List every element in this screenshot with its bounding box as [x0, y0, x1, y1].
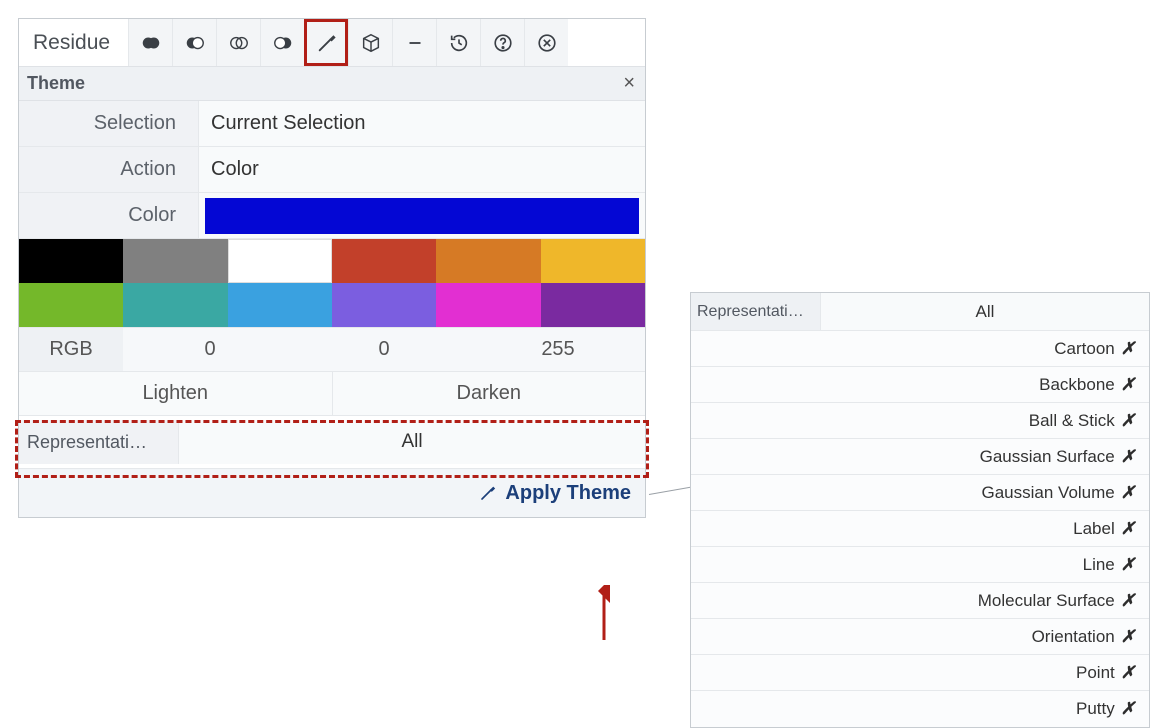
color-label: Color [19, 193, 199, 238]
close-icon[interactable]: × [623, 72, 635, 95]
color-row: Color [19, 193, 645, 239]
palette-swatch[interactable] [541, 239, 645, 283]
apply-theme-button[interactable]: Apply Theme [19, 469, 645, 517]
option-label: Ball & Stick [1029, 411, 1115, 431]
option-label: Line [1083, 555, 1115, 575]
palette-swatch[interactable] [436, 283, 540, 327]
color-palette [19, 239, 645, 328]
representation-option[interactable]: Orientation ✗ [691, 619, 1149, 655]
apply-theme-label: Apply Theme [505, 482, 631, 505]
annotation-arrow [590, 585, 618, 645]
option-label: Point [1076, 663, 1115, 683]
remove-option-icon[interactable]: ✗ [1121, 447, 1135, 467]
palette-swatch[interactable] [228, 283, 332, 327]
set-union-icon[interactable] [128, 19, 172, 66]
palette-swatch[interactable] [436, 239, 540, 283]
rgb-label: RGB [19, 328, 123, 371]
theme-panel: Residue [18, 18, 646, 518]
pencil-icon [479, 484, 497, 502]
panel-title-row: Theme × [19, 67, 645, 101]
representation-row[interactable]: Representati… All [19, 420, 645, 464]
representation-row-container: Representati… All [19, 416, 645, 469]
rgb-b[interactable]: 255 [471, 338, 645, 361]
popup-header-label: Representati… [691, 293, 821, 330]
palette-swatch[interactable] [228, 239, 332, 283]
palette-swatch[interactable] [332, 239, 436, 283]
darken-button[interactable]: Darken [333, 372, 646, 415]
representation-option[interactable]: Label ✗ [691, 511, 1149, 547]
popup-header: Representati… All [691, 293, 1149, 331]
close-circle-icon[interactable] [524, 19, 568, 66]
representation-option[interactable]: Molecular Surface ✗ [691, 583, 1149, 619]
lighten-button[interactable]: Lighten [19, 372, 333, 415]
set-subtract-icon[interactable] [172, 19, 216, 66]
remove-option-icon[interactable]: ✗ [1121, 627, 1135, 647]
representation-option[interactable]: Gaussian Volume ✗ [691, 475, 1149, 511]
representation-label: Representati… [19, 420, 179, 464]
remove-option-icon[interactable]: ✗ [1121, 375, 1135, 395]
representation-option[interactable]: Backbone ✗ [691, 367, 1149, 403]
option-label: Label [1073, 519, 1115, 539]
remove-option-icon[interactable]: ✗ [1121, 699, 1135, 719]
selection-label: Selection [19, 101, 199, 146]
representation-value[interactable]: All [179, 420, 645, 464]
remove-option-icon[interactable]: ✗ [1121, 519, 1135, 539]
rgb-r[interactable]: 0 [123, 338, 297, 361]
action-row: Action Color [19, 147, 645, 193]
selected-color-swatch[interactable] [205, 198, 639, 234]
palette-swatch[interactable] [541, 283, 645, 327]
annotation-connector [649, 487, 691, 495]
palette-swatch[interactable] [332, 283, 436, 327]
remove-option-icon[interactable]: ✗ [1121, 663, 1135, 683]
minus-icon[interactable] [392, 19, 436, 66]
popup-list: Cartoon✗Backbone✗Ball & Stick✗Gaussian S… [691, 331, 1149, 727]
color-value[interactable] [199, 193, 645, 238]
panel-title: Theme [27, 73, 85, 94]
action-value[interactable]: Color [199, 147, 645, 192]
option-label: Putty [1076, 699, 1115, 719]
representation-option[interactable]: Ball & Stick ✗ [691, 403, 1149, 439]
option-label: Gaussian Surface [980, 447, 1115, 467]
cube-icon[interactable] [348, 19, 392, 66]
representation-option[interactable]: Point ✗ [691, 655, 1149, 691]
action-label: Action [19, 147, 199, 192]
remove-option-icon[interactable]: ✗ [1121, 555, 1135, 575]
mode-label[interactable]: Residue [19, 19, 128, 66]
rgb-row: RGB 0 0 255 [19, 328, 645, 372]
remove-option-icon[interactable]: ✗ [1121, 411, 1135, 431]
option-label: Molecular Surface [978, 591, 1115, 611]
remove-option-icon[interactable]: ✗ [1121, 483, 1135, 503]
palette-swatch[interactable] [19, 283, 123, 327]
toolbar: Residue [19, 19, 645, 67]
popup-header-value[interactable]: All [821, 293, 1149, 330]
palette-swatch[interactable] [19, 239, 123, 283]
palette-swatch[interactable] [123, 283, 227, 327]
remove-option-icon[interactable]: ✗ [1121, 339, 1135, 359]
rgb-g[interactable]: 0 [297, 338, 471, 361]
option-label: Gaussian Volume [982, 483, 1115, 503]
option-label: Orientation [1032, 627, 1115, 647]
remove-option-icon[interactable]: ✗ [1121, 591, 1135, 611]
option-label: Cartoon [1054, 339, 1114, 359]
palette-swatch[interactable] [123, 239, 227, 283]
set-exclusive-icon[interactable] [260, 19, 304, 66]
representation-option[interactable]: Cartoon ✗ [691, 331, 1149, 367]
option-label: Backbone [1039, 375, 1115, 395]
representation-popup: Representati… All Cartoon✗Backbone✗Ball … [690, 292, 1150, 728]
lighten-darken-row: Lighten Darken [19, 372, 645, 416]
set-intersect-icon[interactable] [216, 19, 260, 66]
selection-row: Selection Current Selection [19, 101, 645, 147]
selection-value[interactable]: Current Selection [199, 101, 645, 146]
representation-option[interactable]: Line ✗ [691, 547, 1149, 583]
brush-theme-icon[interactable] [304, 19, 348, 66]
representation-option[interactable]: Putty ✗ [691, 691, 1149, 727]
help-icon[interactable] [480, 19, 524, 66]
representation-option[interactable]: Gaussian Surface ✗ [691, 439, 1149, 475]
history-icon[interactable] [436, 19, 480, 66]
